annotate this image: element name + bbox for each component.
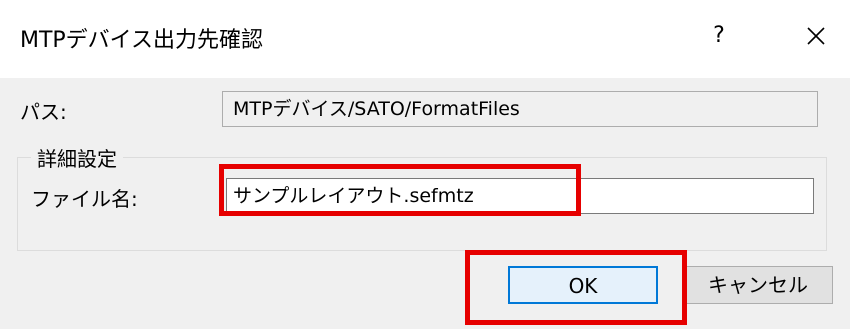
close-icon: [807, 27, 825, 45]
path-field: MTPデバイス/SATO/FormatFiles: [222, 91, 818, 127]
title-bar: MTPデバイス出力先確認 ?: [0, 0, 850, 78]
filename-label: ファイル名:: [31, 187, 138, 211]
help-button[interactable]: ?: [697, 12, 741, 60]
details-group-label: 詳細設定: [31, 143, 123, 172]
filename-input[interactable]: サンプルレイアウト.sefmtz: [226, 178, 814, 214]
close-button[interactable]: [790, 12, 842, 60]
window-title: MTPデバイス出力先確認: [20, 28, 264, 53]
path-label: パス:: [20, 100, 67, 124]
dialog-window: MTPデバイス出力先確認 ? パス: MTPデバイス/SATO/FormatFi…: [0, 0, 850, 329]
cancel-button[interactable]: キャンセル: [683, 266, 833, 304]
ok-button[interactable]: OK: [508, 266, 658, 304]
